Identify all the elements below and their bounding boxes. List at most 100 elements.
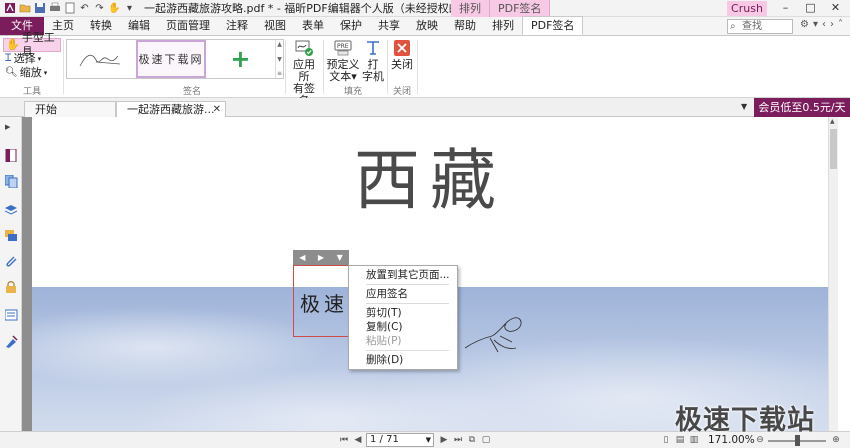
signature-panel-icon[interactable] <box>5 335 18 348</box>
prev-page-icon[interactable]: ◀ <box>352 434 364 446</box>
left-sidebar: ▶ <box>0 117 22 431</box>
handwritten-signature-icon <box>79 54 120 67</box>
close-icon <box>392 38 412 58</box>
predefined-text-button[interactable]: PRE 预定义 文本▾ <box>326 38 360 83</box>
tab-convert[interactable]: 转换 <box>82 17 120 35</box>
svg-text:PRE: PRE <box>337 43 349 50</box>
window-controls: – □ ✕ <box>773 0 848 17</box>
chevron-down-icon[interactable]: ▾ <box>123 2 136 14</box>
menu-bar: 文件 主页 转换 编辑 页面管理 注释 视图 表单 保护 共享 放映 帮助 排列… <box>0 16 850 36</box>
chevron-left-icon[interactable]: ‹ <box>822 19 826 30</box>
maximize-button[interactable]: □ <box>798 0 823 17</box>
zoom-button[interactable]: 🔍︎ 缩放 ▾ <box>3 66 61 80</box>
comments-icon[interactable] <box>5 229 18 242</box>
menu-item-place-other-pages[interactable]: 放置到其它页面... <box>349 268 457 282</box>
search-placeholder: 查找 <box>742 21 762 32</box>
new-icon[interactable] <box>63 2 76 14</box>
gallery-scroller[interactable]: ▲ ▼ ≡ <box>275 40 283 78</box>
tab-comment[interactable]: 注释 <box>218 17 256 35</box>
vip-promo-banner[interactable]: 会员低至0.5元/天 <box>754 98 850 117</box>
scrollbar-thumb[interactable] <box>830 129 837 169</box>
quick-access-toolbar: ↶ ↷ ✋ ▾ <box>0 2 136 14</box>
window-title: 一起游西藏旅游攻略.pdf * - 福昕PDF编辑器个人版（未经授权的产品） <box>144 2 493 15</box>
tab-protect[interactable]: 保护 <box>332 17 370 35</box>
lock-icon[interactable] <box>5 281 18 294</box>
signature-text-item[interactable]: 极速下载网 <box>136 40 206 78</box>
pages-icon[interactable] <box>5 175 18 188</box>
tab-view[interactable]: 视图 <box>256 17 294 35</box>
last-page-icon[interactable]: ⏭ <box>452 434 464 446</box>
chevron-down-icon[interactable]: ▼ <box>337 253 343 262</box>
menu-item-copy[interactable]: 复制(C) <box>349 320 457 334</box>
chevron-down-icon[interactable]: ▾ <box>813 19 818 30</box>
hand-tool-icon[interactable]: ✋ <box>108 2 121 14</box>
typewriter-button[interactable]: 打 字机 <box>362 38 384 83</box>
close-tab-icon[interactable]: ✕ <box>213 102 221 117</box>
tab-list-dropdown-icon[interactable]: ▼ <box>741 102 747 111</box>
tab-pdf-sign[interactable]: PDF签名 <box>522 16 584 35</box>
save-icon[interactable] <box>33 2 46 14</box>
tab-arrange[interactable]: 排列 <box>484 17 522 35</box>
gear-icon[interactable]: ⚙ <box>800 19 809 30</box>
chevron-down-icon[interactable]: ▼ <box>277 56 282 63</box>
menu-item-delete[interactable]: 删除(D) <box>349 353 457 367</box>
attachment-icon[interactable] <box>5 255 18 268</box>
signature-toolbar[interactable]: ◀ ▶ ▼ <box>293 250 349 265</box>
document-tabs: 开始 一起游西藏旅游... ✕ ▼ 会员低至0.5元/天 <box>0 98 850 117</box>
separator <box>63 40 64 94</box>
title-bar: ↶ ↷ ✋ ▾ 一起游西藏旅游攻略.pdf * - 福昕PDF编辑器个人版（未经… <box>0 0 850 17</box>
open-icon[interactable] <box>18 2 31 14</box>
chevron-right-icon[interactable]: › <box>830 19 834 30</box>
vertical-scrollbar[interactable]: ▲ <box>828 117 838 431</box>
add-signature-button[interactable]: + <box>206 40 275 78</box>
apply-all-label-1: 应用所 <box>293 58 315 83</box>
search-input[interactable]: ⌕ 查找 <box>727 19 793 34</box>
fit-page-icon[interactable]: ⧉ <box>466 434 478 446</box>
user-account[interactable]: Crush <box>727 1 767 16</box>
tab-help[interactable]: 帮助 <box>446 17 484 35</box>
hand-tool-button[interactable]: ✋ 手型工具 <box>3 31 61 58</box>
undo-icon[interactable]: ↶ <box>78 2 91 14</box>
expand-icon[interactable]: ≡ <box>277 70 282 77</box>
chevron-up-icon[interactable]: ▲ <box>277 41 282 48</box>
zoom-in-icon[interactable]: ⊕ <box>830 434 842 446</box>
hand-icon: ✋ <box>6 38 20 51</box>
close-sign-button[interactable]: 关闭 <box>390 38 414 71</box>
single-page-view-icon[interactable]: ▯ <box>660 434 672 446</box>
fit-width-icon[interactable]: ▢ <box>480 434 492 446</box>
zoom-icon: 🔍︎ <box>5 67 18 78</box>
handwritten-signature-mark <box>464 317 522 353</box>
page-number-field[interactable]: 1 / 71 ▼ <box>366 433 434 447</box>
close-button[interactable]: ✕ <box>823 0 848 17</box>
ribbon: ✋ 手型工具 Ꮖ 选择 ▾ 🔍︎ 缩放 ▾ 工具 极速下载网 + ▲ ▼ ≡ 签… <box>0 31 850 107</box>
chevron-up-icon[interactable]: ˄ <box>838 19 843 30</box>
layers-icon[interactable] <box>5 203 18 216</box>
apply-all-signatures-button[interactable]: 应用所 有签名 <box>288 38 320 107</box>
redo-icon[interactable]: ↷ <box>93 2 106 14</box>
first-page-icon[interactable]: ⏮ <box>338 434 350 446</box>
tab-share[interactable]: 共享 <box>370 17 408 35</box>
scroll-up-icon[interactable]: ▲ <box>830 118 835 125</box>
next-page-icon[interactable]: ▶ <box>438 434 450 446</box>
minimize-button[interactable]: – <box>773 0 798 17</box>
form-fields-icon[interactable] <box>5 309 18 322</box>
arrow-left-icon[interactable]: ◀ <box>299 253 305 262</box>
chevron-down-icon[interactable]: ▼ <box>426 434 431 446</box>
tab-current-document[interactable]: 一起游西藏旅游... ✕ <box>116 101 226 117</box>
typewriter-label-2: 字机 <box>362 70 384 83</box>
expand-panel-icon[interactable]: ▶ <box>5 123 18 136</box>
tab-edit[interactable]: 编辑 <box>120 17 158 35</box>
print-icon[interactable] <box>48 2 61 14</box>
menu-separator <box>366 284 449 285</box>
tab-form[interactable]: 表单 <box>294 17 332 35</box>
menu-item-apply-signature[interactable]: 应用签名 <box>349 287 457 301</box>
arrow-right-icon[interactable]: ▶ <box>318 253 324 262</box>
menu-item-cut[interactable]: 剪切(T) <box>349 306 457 320</box>
signature-handwritten[interactable] <box>67 40 136 78</box>
tab-slideshow[interactable]: 放映 <box>408 17 446 35</box>
bookmark-icon[interactable] <box>5 149 18 162</box>
tab-start-label: 开始 <box>35 103 57 116</box>
menu-item-paste: 粘贴(P) <box>366 335 402 347</box>
tab-start[interactable]: 开始 <box>24 101 116 117</box>
tab-page-manage[interactable]: 页面管理 <box>158 17 218 35</box>
